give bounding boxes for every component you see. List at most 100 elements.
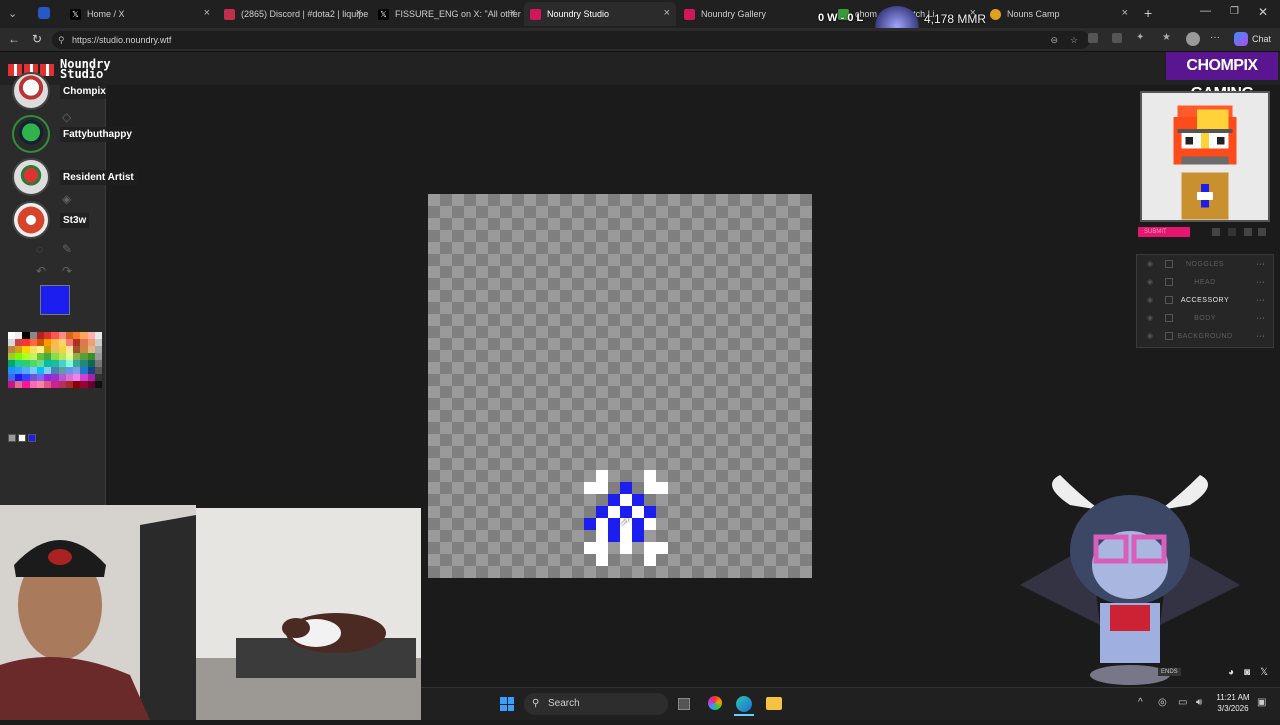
- undo-icon[interactable]: ↶: [36, 264, 46, 278]
- extensions-icon[interactable]: ✦: [1136, 32, 1144, 43]
- close-icon[interactable]: ×: [356, 7, 362, 19]
- palette-swatch[interactable]: [58, 346, 66, 353]
- palette-swatch[interactable]: [44, 360, 52, 367]
- palette-swatch[interactable]: [22, 381, 30, 388]
- new-tab-button[interactable]: +: [1144, 5, 1152, 21]
- palette-swatch[interactable]: [87, 381, 95, 388]
- zoom-icon[interactable]: ⊖: [1050, 31, 1058, 49]
- palette-swatch[interactable]: [58, 339, 66, 346]
- minimize-button[interactable]: —: [1200, 5, 1211, 17]
- palette-swatch[interactable]: [87, 346, 95, 353]
- palette-swatch[interactable]: [80, 381, 88, 388]
- palette-swatch[interactable]: [15, 360, 23, 367]
- select-icon[interactable]: ◌: [36, 242, 43, 256]
- palette-swatch[interactable]: [80, 339, 88, 346]
- palette-swatch[interactable]: [36, 339, 45, 346]
- palette-swatch[interactable]: [73, 374, 81, 381]
- github-icon[interactable]: ◕: [1228, 667, 1234, 678]
- palette-swatch[interactable]: [36, 367, 45, 374]
- palette-swatch[interactable]: [36, 346, 45, 353]
- palette-swatch[interactable]: [87, 367, 95, 374]
- redo-icon[interactable]: ↷: [62, 264, 72, 278]
- palette-swatch[interactable]: [8, 360, 16, 367]
- palette-swatch[interactable]: [8, 353, 16, 360]
- palette-swatch[interactable]: [44, 339, 52, 346]
- eyedropper-icon[interactable]: ✎: [62, 242, 72, 256]
- close-icon[interactable]: ×: [664, 7, 670, 19]
- palette-swatch[interactable]: [44, 374, 52, 381]
- palette-swatch[interactable]: [58, 360, 66, 367]
- recent-color-swatch[interactable]: [28, 434, 36, 442]
- palette-swatch[interactable]: [58, 374, 66, 381]
- close-icon[interactable]: ×: [204, 7, 210, 19]
- palette-swatch[interactable]: [29, 346, 37, 353]
- palette-swatch[interactable]: [73, 360, 81, 367]
- palette-swatch[interactable]: [87, 339, 95, 346]
- palette-swatch[interactable]: [22, 332, 30, 339]
- system-clock[interactable]: 11:21 AM 3/3/2026: [1208, 692, 1258, 714]
- palette-swatch[interactable]: [94, 360, 102, 367]
- chat-button[interactable]: Chat: [1252, 34, 1271, 44]
- palette-swatch[interactable]: [36, 381, 45, 388]
- palette-swatch[interactable]: [73, 367, 81, 374]
- tab-noundry-studio[interactable]: Noundry Studio ×: [524, 2, 676, 26]
- palette-swatch[interactable]: [36, 332, 45, 339]
- palette-swatch[interactable]: [51, 360, 59, 367]
- network-icon[interactable]: ▭: [1178, 697, 1187, 708]
- settings-icon[interactable]: [1244, 228, 1252, 236]
- palette-swatch[interactable]: [15, 346, 23, 353]
- palette-swatch[interactable]: [29, 381, 37, 388]
- palette-swatch[interactable]: [65, 360, 74, 367]
- palette-swatch[interactable]: [58, 367, 66, 374]
- palette-swatch[interactable]: [94, 381, 102, 388]
- recent-colors[interactable]: [8, 434, 36, 442]
- palette-swatch[interactable]: [15, 353, 23, 360]
- palette-swatch[interactable]: [65, 374, 74, 381]
- favorites-icon[interactable]: ★: [1162, 32, 1171, 43]
- palette-swatch[interactable]: [51, 353, 59, 360]
- palette-swatch[interactable]: [94, 332, 102, 339]
- palette-swatch[interactable]: [15, 332, 23, 339]
- palette-swatch[interactable]: [22, 367, 30, 374]
- palette-swatch[interactable]: [22, 360, 30, 367]
- palette-swatch[interactable]: [44, 367, 52, 374]
- palette-swatch[interactable]: [15, 374, 23, 381]
- palette-swatch[interactable]: [15, 381, 23, 388]
- layer-menu-icon[interactable]: ···: [1257, 261, 1266, 268]
- palette-swatch[interactable]: [94, 374, 102, 381]
- palette-swatch[interactable]: [36, 360, 45, 367]
- tab-nouns-camp[interactable]: Nouns Camp ×: [984, 2, 1134, 26]
- palette-swatch[interactable]: [73, 353, 81, 360]
- site-info-icon[interactable]: ⚲: [58, 31, 65, 49]
- palette-swatch[interactable]: [29, 360, 37, 367]
- start-icon[interactable]: [500, 697, 514, 711]
- palette-swatch[interactable]: [80, 332, 88, 339]
- recent-color-swatch[interactable]: [18, 434, 26, 442]
- export-icon[interactable]: [1258, 228, 1266, 236]
- x-logo-icon[interactable]: 𝕏: [1260, 667, 1268, 678]
- palette-swatch[interactable]: [29, 353, 37, 360]
- palette-swatch[interactable]: [8, 374, 16, 381]
- palette-swatch[interactable]: [51, 332, 59, 339]
- chevron-up-icon[interactable]: ^: [1138, 697, 1143, 708]
- tab-list-icon[interactable]: ⌄: [8, 7, 17, 20]
- palette-swatch[interactable]: [65, 353, 74, 360]
- discord-icon[interactable]: ◙: [1244, 667, 1250, 678]
- url-field[interactable]: ⚲ https://studio.noundry.wtf ⊖ ☆: [52, 31, 1090, 49]
- taskbar-search[interactable]: ⚲ Search: [524, 693, 668, 715]
- palette-swatch[interactable]: [44, 332, 52, 339]
- palette-swatch[interactable]: [73, 381, 81, 388]
- palette-swatch[interactable]: [29, 367, 37, 374]
- palette-swatch[interactable]: [87, 374, 95, 381]
- volume-icon[interactable]: 🔊︎: [1196, 697, 1202, 708]
- palette-swatch[interactable]: [29, 374, 37, 381]
- palette-swatch[interactable]: [22, 346, 30, 353]
- refresh-icon[interactable]: ↻: [32, 32, 42, 46]
- profile-avatar[interactable]: [1186, 32, 1200, 46]
- palette-swatch[interactable]: [65, 332, 74, 339]
- close-icon[interactable]: ×: [510, 7, 516, 19]
- edge-icon[interactable]: [736, 696, 752, 712]
- palette-swatch[interactable]: [51, 339, 59, 346]
- palette-swatch[interactable]: [22, 353, 30, 360]
- palette-swatch[interactable]: [22, 339, 30, 346]
